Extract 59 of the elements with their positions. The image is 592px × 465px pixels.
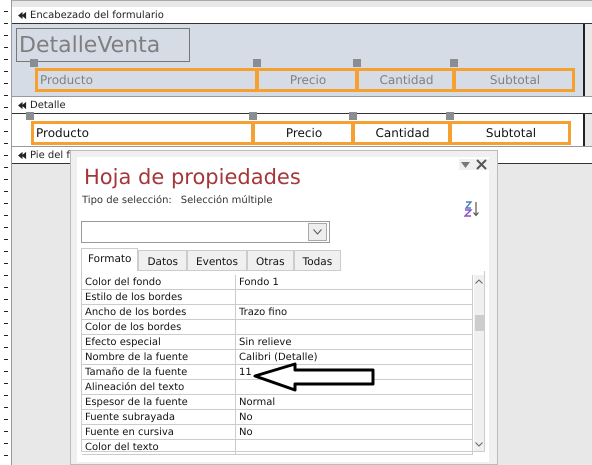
sizing-handle[interactable] — [249, 112, 257, 120]
section-bar[interactable]: Encabezado del formulario — [12, 7, 592, 24]
sizing-handle[interactable] — [450, 59, 458, 67]
property-value[interactable]: Sin relieve — [236, 335, 473, 350]
section-bar[interactable]: Detalle — [12, 96, 592, 114]
scrollbar[interactable] — [474, 275, 484, 451]
property-value[interactable]: No — [236, 425, 473, 440]
property-name: Efecto especial — [82, 335, 236, 350]
section-title: Pie del f — [30, 150, 70, 160]
sizing-handle[interactable] — [349, 112, 357, 120]
property-name: Tamaño de la fuente — [82, 365, 236, 380]
sizing-handle[interactable] — [26, 112, 34, 120]
empty-value-field[interactable] — [236, 440, 473, 455]
sort-icon[interactable] — [464, 201, 479, 217]
property-value[interactable]: Normal — [236, 395, 473, 410]
text-field[interactable]: Precio — [254, 121, 354, 145]
property-value[interactable]: No — [236, 410, 473, 425]
property-name: Nombre de la fuente — [82, 350, 236, 365]
property-name: Ancho de los bordes — [82, 305, 236, 320]
section-title: Encabezado del formulario — [30, 10, 164, 20]
sizing-handle[interactable] — [253, 59, 261, 67]
panel-title: Hoja de propiedades — [83, 165, 302, 189]
sizing-handle[interactable] — [353, 59, 361, 67]
property-name: Color del fondo — [82, 275, 236, 290]
section-title: Detalle — [30, 100, 66, 110]
collapse-icon[interactable] — [18, 150, 27, 160]
property-name: Color de los bordes — [82, 320, 236, 335]
property-name: Estilo de los bordes — [82, 290, 236, 305]
empty-value-field[interactable] — [236, 320, 473, 335]
tab[interactable]: Todas — [294, 250, 342, 271]
text-field[interactable]: Producto — [31, 121, 254, 145]
sizing-handle[interactable] — [30, 59, 38, 67]
property-value[interactable]: Calibri (Detalle) — [236, 350, 473, 365]
property-value[interactable]: Trazo fino — [236, 305, 473, 320]
arrow-icon — [253, 362, 377, 392]
empty-value-field[interactable] — [236, 290, 473, 305]
chevron-down-icon[interactable] — [475, 442, 483, 447]
property-name: Color del texto — [82, 440, 236, 455]
chevron-up-icon[interactable] — [475, 279, 483, 284]
chevron-down-icon[interactable] — [313, 229, 322, 235]
text-field[interactable]: Subtotal — [451, 121, 571, 145]
tab[interactable]: Otras — [246, 250, 294, 271]
property-name: Alineación del texto — [82, 380, 236, 395]
property-name: Fuente subrayada — [82, 410, 236, 425]
collapse-icon[interactable] — [18, 10, 27, 20]
sizing-handle[interactable] — [446, 112, 454, 120]
selection-label: Tipo de selección: — [82, 195, 172, 206]
property-name: Espesor de la fuente — [82, 395, 236, 410]
dropdown-icon[interactable] — [461, 162, 470, 168]
text-field[interactable]: Cantidad — [354, 121, 451, 145]
collapse-icon[interactable] — [18, 100, 27, 110]
selection-value: Selección múltiple — [180, 195, 272, 206]
close-icon[interactable] — [476, 159, 487, 170]
property-name: Fuente en cursiva — [82, 425, 236, 440]
tab[interactable]: Datos — [138, 250, 187, 271]
selection-combo[interactable] — [81, 221, 330, 243]
tab[interactable]: Eventos — [186, 250, 247, 271]
tab[interactable]: Formato — [81, 248, 138, 271]
property-value[interactable]: Fondo 1 — [236, 275, 473, 290]
